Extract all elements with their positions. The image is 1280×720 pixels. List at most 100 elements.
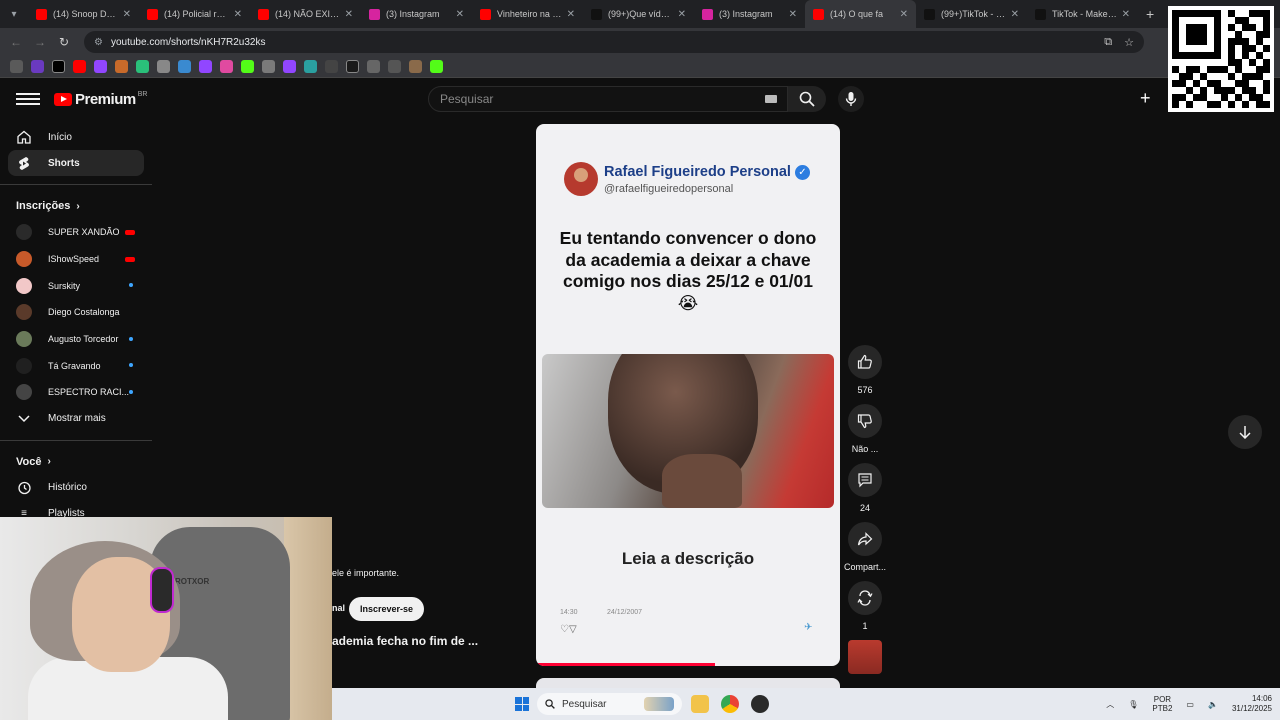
notion-bookmark-icon[interactable] [346,60,359,73]
voice-search-button[interactable] [838,86,864,112]
close-tab-icon[interactable]: ✕ [789,9,797,20]
chevron-up-icon[interactable]: ︿ [1106,699,1114,710]
browser-tab[interactable]: TikTok - Make Yo ✕ [1027,0,1138,28]
shorts-player[interactable]: Rafael Figueiredo Personal ✓ @rafaelfigue… [536,124,840,666]
mic-tray-icon[interactable]: 🎙 [1128,700,1138,709]
keyboard-icon[interactable] [765,95,777,103]
install-app-icon[interactable]: ⧉ [1104,36,1112,49]
subscription-item[interactable]: IShowSpeed [0,246,152,273]
share-button[interactable] [848,522,882,556]
bookmark-icon[interactable] [136,60,149,73]
subscription-item[interactable]: ESPECTRO RACI... [0,379,152,406]
video-title-snippet[interactable]: ademia fecha no fim de ... [332,634,478,648]
browser-tab[interactable]: (14) O que fa ✕ [805,0,916,28]
volume-icon[interactable]: 🔈 [1208,700,1218,709]
youtube-logo[interactable]: Premium BR [54,91,147,108]
like-button[interactable] [848,345,882,379]
subscription-item[interactable]: Tá Gravando [0,352,152,379]
sound-thumbnail[interactable] [848,640,882,674]
bookmark-icon[interactable] [325,60,338,73]
language-indicator[interactable]: POR PTB2 [1152,695,1172,713]
x-bookmark-icon[interactable] [52,60,65,73]
close-tab-icon[interactable]: ✕ [1122,9,1130,20]
search-input[interactable]: Pesquisar [428,86,788,112]
search-button[interactable] [788,86,826,112]
close-tab-icon[interactable]: ✕ [456,9,464,20]
sidebar-item-home[interactable]: Início [0,124,144,150]
channel-name-snippet[interactable]: nal [332,603,345,613]
app-icon[interactable] [751,695,769,713]
windows-start-icon[interactable] [515,697,529,711]
close-tab-icon[interactable]: ✕ [1011,9,1019,20]
chrome-icon[interactable] [721,695,739,713]
remix-action[interactable]: 1 [844,581,886,640]
subscriptions-heading[interactable]: Inscrições › [0,193,152,219]
you-heading[interactable]: Você › [0,449,152,475]
close-tab-icon[interactable]: ✕ [900,9,908,20]
subscription-item[interactable]: Diego Costalonga [0,299,152,326]
close-tab-icon[interactable]: ✕ [345,9,353,20]
country-code: BR [137,90,148,98]
kick-bookmark-icon[interactable] [430,60,443,73]
file-explorer-icon[interactable] [691,695,709,713]
subscribe-button[interactable]: Inscrever-se [349,597,425,621]
remix-button[interactable] [848,581,882,615]
browser-tab[interactable]: (14) NÃO EXISTIR ✕ [250,0,361,28]
dislike-action[interactable]: Não ... [844,404,886,463]
close-tab-icon[interactable]: ✕ [123,9,131,20]
bookmark-icon[interactable] [178,60,191,73]
create-button[interactable]: + [1140,88,1151,109]
browser-tab[interactable]: (3) Instagram ✕ [361,0,472,28]
kick-bookmark-icon[interactable] [241,60,254,73]
sidebar-item-history[interactable]: Histórico [0,475,144,501]
twitch-bookmark-icon[interactable] [199,60,212,73]
bookmark-icon[interactable] [388,60,401,73]
back-button[interactable]: ← [4,35,28,49]
subscription-item[interactable]: SUPER XANDÃO [0,219,152,246]
display-icon[interactable]: ▭ [1186,700,1194,709]
subscription-item[interactable]: Surskity [0,272,152,299]
bookmark-icon[interactable] [367,60,380,73]
dislike-button[interactable] [848,404,882,438]
instagram-bookmark-icon[interactable] [220,60,233,73]
bookmark-icon[interactable] [304,60,317,73]
browser-tab[interactable]: Vinheteiro na tor ✕ [472,0,583,28]
bookmark-icon[interactable] [157,60,170,73]
clock[interactable]: 14:06 31/12/2025 [1232,694,1272,714]
close-tab-icon[interactable]: ✕ [567,9,575,20]
bookmark-icon[interactable] [115,60,128,73]
video-progress-bar[interactable] [536,663,716,666]
taskbar-search[interactable]: Pesquisar [537,693,682,715]
twitch-bookmark-icon[interactable] [94,60,107,73]
twitch-bookmark-icon[interactable] [283,60,296,73]
share-action[interactable]: Compart... [844,522,886,581]
youtube-bookmark-icon[interactable] [73,60,86,73]
browser-tab[interactable]: (99+)Que vídeo F ✕ [583,0,694,28]
bookmark-star-icon[interactable]: ☆ [1124,36,1134,49]
comments-action[interactable]: 24 [844,463,886,522]
new-tab-button[interactable]: + [1146,6,1154,22]
site-info-icon[interactable]: ⚙ [94,37,103,48]
close-tab-icon[interactable]: ✕ [678,9,686,20]
comments-button[interactable] [848,463,882,497]
bookmark-icon[interactable] [262,60,275,73]
next-video-button[interactable] [1228,415,1262,449]
browser-tab[interactable]: (14) Policial recebe ✕ [139,0,250,28]
url-text[interactable]: youtube.com/shorts/nKH7R2u32ks [111,37,1092,48]
browser-tab[interactable]: (99+)TikTok - Mak ✕ [916,0,1027,28]
like-action[interactable]: 576 [844,345,886,404]
browser-tab[interactable]: (14) Snoop Dogg ✕ [28,0,139,28]
browser-tab[interactable]: (3) Instagram ✕ [694,0,805,28]
reload-button[interactable]: ↻ [52,35,76,49]
bookmark-icon[interactable] [409,60,422,73]
apps-icon[interactable] [10,60,23,73]
omnibox[interactable]: ⚙ youtube.com/shorts/nKH7R2u32ks ⧉ ☆ [84,31,1144,53]
menu-icon[interactable] [16,90,40,108]
tab-search-button[interactable]: ▾ [0,0,28,28]
sidebar-item-shorts[interactable]: Shorts [8,150,144,176]
show-more-button[interactable]: Mostrar mais [0,406,144,432]
subscription-item[interactable]: Augusto Torcedor [0,326,152,353]
bookmark-icon[interactable] [31,60,44,73]
forward-button[interactable]: → [28,35,52,49]
close-tab-icon[interactable]: ✕ [234,9,242,20]
